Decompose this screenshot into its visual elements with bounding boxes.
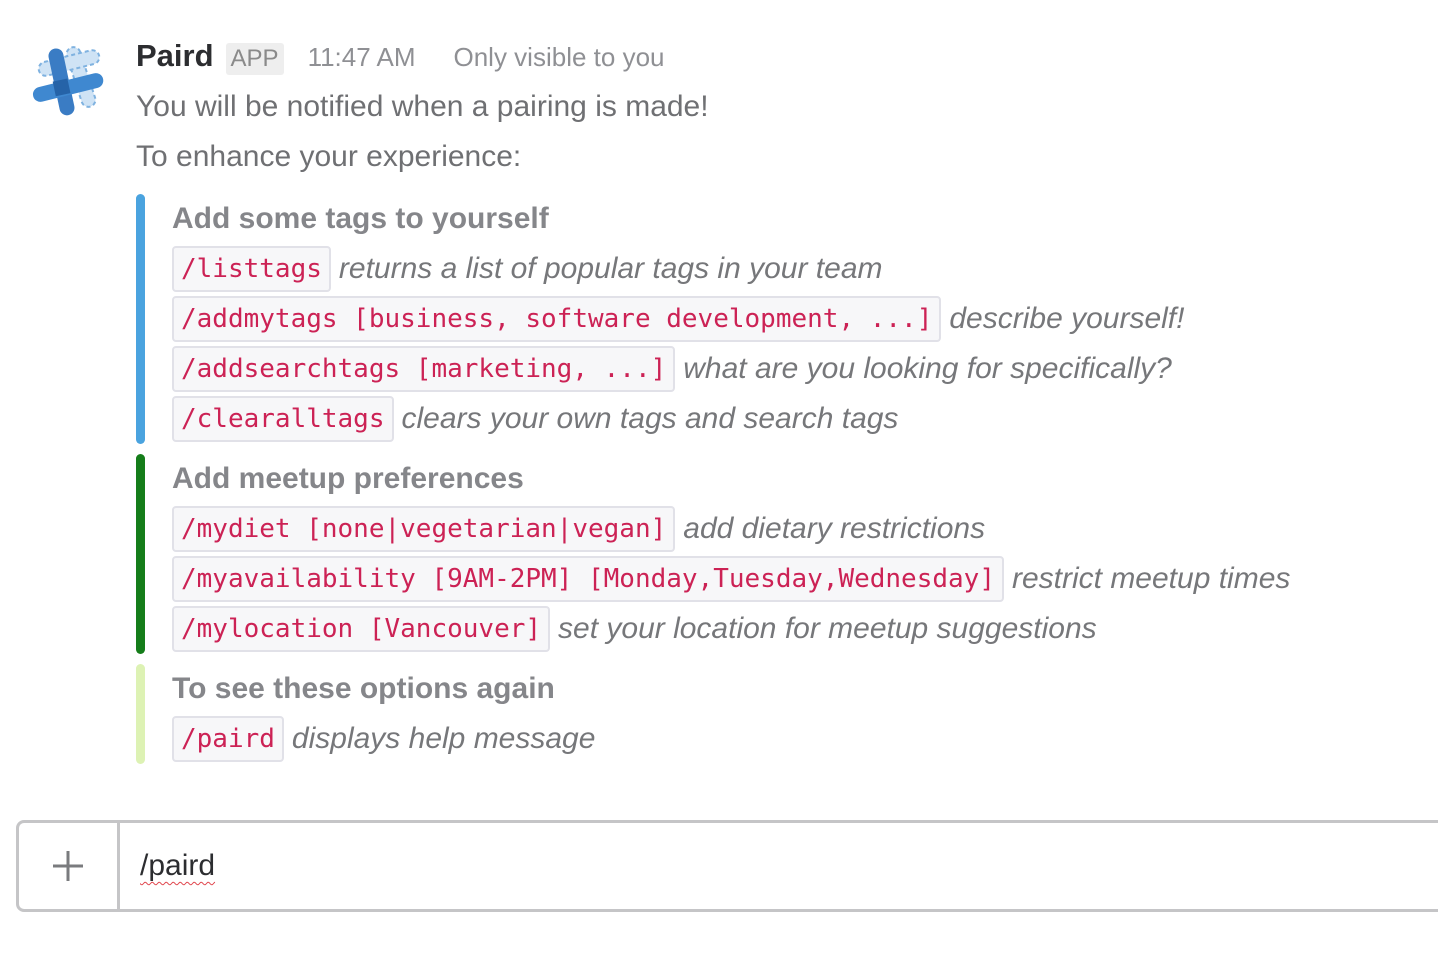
- command-code: /paird: [172, 716, 284, 762]
- command-row: /listtags returns a list of popular tags…: [172, 244, 1426, 294]
- command-description: set your location for meetup suggestions: [558, 612, 1097, 645]
- attachment-color-bar: [136, 194, 145, 444]
- command-row: /clearalltags clears your own tags and s…: [172, 394, 1426, 444]
- command-description: restrict meetup times: [1011, 562, 1291, 595]
- attach-button[interactable]: [19, 823, 120, 909]
- message-line: To enhance your experience:: [136, 140, 522, 173]
- command-row: /paird displays help message: [172, 714, 1426, 764]
- attachments: Add some tags to yourself /listtags retu…: [136, 194, 1426, 764]
- app-badge: APP: [225, 43, 284, 75]
- command-description: add dietary restrictions: [683, 512, 986, 545]
- command-code: /clearalltags: [172, 396, 394, 442]
- attachment-color-bar: [136, 454, 145, 654]
- message-header: Paird APP 11:47 AM Only visible to you: [136, 38, 1426, 82]
- sender-name[interactable]: Paird: [136, 38, 214, 74]
- visibility-note: Only visible to you: [453, 42, 665, 72]
- attachment-tags: Add some tags to yourself /listtags retu…: [136, 194, 1426, 444]
- timestamp[interactable]: 11:47 AM: [308, 42, 416, 73]
- command-code: /addmytags [business, software developme…: [172, 296, 942, 342]
- command-row: /addsearchtags [marketing, ...] what are…: [172, 344, 1426, 394]
- command-row: /addmytags [business, software developme…: [172, 294, 1426, 344]
- command-code: /addsearchtags [marketing, ...]: [172, 346, 676, 392]
- command-row: /myavailability [9AM-2PM] [Monday,Tuesda…: [172, 554, 1426, 604]
- command-description: displays help message: [291, 722, 596, 755]
- command-code: /mylocation [Vancouver]: [172, 606, 551, 652]
- command-row: /mylocation [Vancouver] set your locatio…: [172, 604, 1426, 654]
- attachment-title: To see these options again: [172, 672, 555, 705]
- command-description: what are you looking for specifically?: [683, 352, 1172, 385]
- attachment-color-bar: [136, 664, 145, 764]
- message-line: You will be notified when a pairing is m…: [136, 90, 709, 123]
- attachment-meetup: Add meetup preferences /mydiet [none|veg…: [136, 454, 1426, 654]
- attachment-title: Add meetup preferences: [172, 462, 524, 495]
- command-code: /listtags: [172, 246, 331, 292]
- attachment-help: To see these options again /paird displa…: [136, 664, 1426, 764]
- plus-icon: [53, 851, 83, 881]
- message-input[interactable]: /paird: [120, 823, 1438, 909]
- command-code: /mydiet [none|vegetarian|vegan]: [172, 506, 676, 552]
- command-description: clears your own tags and search tags: [401, 402, 899, 435]
- command-description: returns a list of popular tags in your t…: [338, 252, 883, 285]
- command-code: /myavailability [9AM-2PM] [Monday,Tuesda…: [172, 556, 1004, 602]
- paird-logo-icon[interactable]: [30, 40, 110, 120]
- command-description: describe yourself!: [949, 302, 1185, 335]
- attachment-title: Add some tags to yourself: [172, 202, 549, 235]
- message-composer: /paird: [16, 820, 1438, 912]
- command-row: /mydiet [none|vegetarian|vegan] add diet…: [172, 504, 1426, 554]
- message-body: Paird APP 11:47 AM Only visible to you Y…: [136, 38, 1426, 774]
- message-input-value: /paird: [140, 849, 216, 882]
